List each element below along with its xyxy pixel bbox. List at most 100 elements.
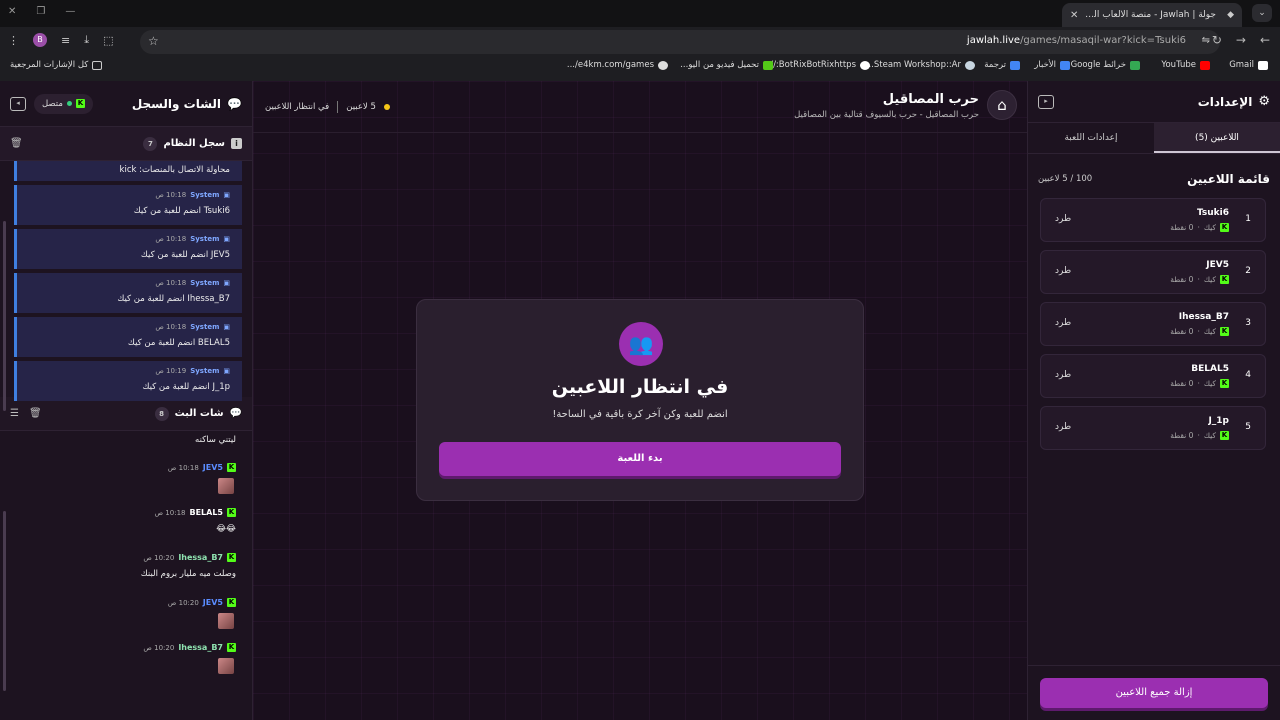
folder-icon xyxy=(92,60,103,70)
chat-title: 💬 الشات والسجل xyxy=(132,97,242,111)
extensions-puzzle-icon[interactable]: ⬚ xyxy=(103,34,113,47)
browser-tab[interactable]: ◆ جولة | Jawlah - منصة الألعاب الت... ✕ xyxy=(1062,3,1242,27)
waiting-text: انضم للعبة وكن آخر كرة باقية في الساحة! xyxy=(552,409,728,420)
gmail-icon xyxy=(1258,60,1268,70)
bookmark-e4km[interactable]: e4km.com/games/... xyxy=(567,60,668,70)
bookmark-label: خرائط Google xyxy=(1070,60,1126,70)
kick-player-button[interactable]: طرد xyxy=(1055,422,1071,432)
kick-icon: K xyxy=(1220,327,1229,336)
kick-player-button[interactable]: طرد xyxy=(1055,266,1071,276)
player-row: 2 JEV5 K كيك · 0 نقطة طرد xyxy=(1040,250,1266,294)
url-text[interactable]: jawlah.live/games/masaqil-war?kick=Tsuki… xyxy=(967,35,1186,46)
minimize-window-icon[interactable]: — xyxy=(65,6,75,17)
close-window-icon[interactable]: ✕ xyxy=(8,6,16,17)
entry-meta: ▣ System 10:19 ص xyxy=(155,367,230,375)
bookmark-steam[interactable]: Steam Workshop::Ar... xyxy=(866,60,975,70)
bookmarks-bar: Gmail YouTube خرائط Google الأخبار ترجمة… xyxy=(0,58,1280,76)
player-row: 4 BELAL5 K كيك · 0 نقطة طرد xyxy=(1040,354,1266,398)
kick-icon: K xyxy=(1220,431,1229,440)
chat-title-text: الشات والسجل xyxy=(131,96,222,111)
message-meta: K BELAL5 10:18 ص xyxy=(155,508,236,517)
system-log-entry: ▣ System 10:18 ص JEV5 انضم للعبة من كيك xyxy=(14,229,242,269)
bookmark-label: YouTube xyxy=(1161,60,1196,70)
player-row: 1 Tsuki6 K كيك · 0 نقطة طرد xyxy=(1040,198,1266,242)
bookmark-label: كل الإشارات المرجعية xyxy=(10,60,89,70)
e4km-icon xyxy=(658,60,668,70)
forward-icon[interactable]: → xyxy=(1236,33,1246,47)
kick-icon: K xyxy=(227,553,236,562)
bookmark-gmail[interactable]: Gmail xyxy=(1229,60,1268,70)
system-log-count: 7 xyxy=(143,136,158,151)
site-settings-icon[interactable]: ⇋ xyxy=(1202,35,1210,46)
player-meta: K كيك · 0 نقطة xyxy=(1170,223,1229,232)
scrollbar[interactable] xyxy=(3,221,6,411)
address-bar[interactable]: ☆ jawlah.live/games/masaqil-war?kick=Tsu… xyxy=(140,30,1220,54)
system-log-entry: ▣ System 10:18 ص BELAL5 انضم للعبة من كيك xyxy=(14,317,242,357)
kick-icon: K xyxy=(1220,379,1229,388)
chat-bubble-icon: 💬 xyxy=(227,96,242,111)
tab-game-settings[interactable]: إعدادات اللعبة xyxy=(1028,123,1154,153)
collapse-panel-icon[interactable]: ▸ xyxy=(1038,94,1054,109)
download-icon[interactable]: ⤓ xyxy=(84,33,89,47)
system-log-entry: ▣ System 10:18 ص Tsuki6 انضم للعبة من كيك xyxy=(14,185,242,225)
bookmark-news[interactable]: الأخبار xyxy=(1034,60,1070,70)
restore-window-icon[interactable]: ❐ xyxy=(36,6,45,17)
system-log-title: سجل النظام xyxy=(163,138,225,149)
bookmark-botrix[interactable]: BotRixBotRixhttps://... xyxy=(762,60,870,70)
bookmark-star-icon[interactable]: ☆ xyxy=(148,34,159,48)
entry-author: System xyxy=(190,191,220,199)
message-text: وصلت ميه مليار بروم البنك xyxy=(140,569,236,579)
remove-all-players-button[interactable]: إزالة جميع اللاعبين xyxy=(1040,678,1268,708)
kick-player-button[interactable]: طرد xyxy=(1055,318,1071,328)
kick-player-button[interactable]: طرد xyxy=(1055,370,1071,380)
botrix-icon xyxy=(860,60,870,70)
news-icon xyxy=(1060,60,1070,70)
extension-icon[interactable]: ≡ xyxy=(61,34,70,47)
waiting-title: في انتظار اللاعبين xyxy=(551,376,729,398)
chat-message: K JEV5 10:18 ص xyxy=(0,461,252,506)
player-rank: 5 xyxy=(1245,422,1251,432)
settings-title: ⚙ الإعدادات xyxy=(1198,94,1270,109)
kick-icon: K xyxy=(227,598,236,607)
collapse-chat-icon[interactable]: ◂ xyxy=(10,96,26,111)
entry-time: 10:18 ص xyxy=(155,279,187,287)
kick-player-button[interactable]: طرد xyxy=(1055,214,1071,224)
bookmark-maps[interactable]: خرائط Google xyxy=(1071,60,1140,70)
start-game-button[interactable]: بدء اللعبة xyxy=(439,442,841,476)
tab-search-icon[interactable]: ⌄ xyxy=(1252,4,1272,22)
home-button[interactable]: ⌂ xyxy=(987,90,1017,120)
game-state: في انتظار اللاعبين xyxy=(265,102,330,112)
separator-dot: · xyxy=(1197,431,1200,440)
reload-icon[interactable]: ↻ xyxy=(1212,33,1222,47)
game-area: ⌂ حرب المصاقيل حرب المصاقيل - حرب بالسيو… xyxy=(253,81,1027,720)
player-rank: 3 xyxy=(1245,318,1251,328)
bot-icon: ▣ xyxy=(223,367,230,375)
entry-author: System xyxy=(190,323,220,331)
bot-icon: ▣ xyxy=(223,235,230,243)
system-log-header[interactable]: i سجل النظام 7 🗑 xyxy=(0,127,252,161)
close-tab-icon[interactable]: ✕ xyxy=(1070,10,1078,21)
player-row: 5 J_1p K كيك · 0 نقطة طرد xyxy=(1040,406,1266,450)
bookmark-translate[interactable]: ترجمة xyxy=(984,60,1020,70)
bookmark-youtube[interactable]: YouTube xyxy=(1161,60,1210,70)
kick-icon: K xyxy=(1220,223,1229,232)
back-icon[interactable]: ← xyxy=(1260,33,1270,47)
tab-strip: ✕ ❐ — + ◆ جولة | Jawlah - منصة الألعاب ا… xyxy=(0,0,1280,27)
youtube-icon xyxy=(1200,60,1210,70)
stream-chat-list: ليتني ساكنه K JEV5 10:18 ص K BELAL5 10:18 ص 😂😂 K… xyxy=(0,431,252,691)
profile-avatar[interactable]: B xyxy=(33,33,47,47)
emote-image xyxy=(218,658,234,674)
kick-icon: K xyxy=(75,99,85,108)
message-meta: K Ihessa_B7 10:20 ص xyxy=(143,643,236,652)
bookmark-label: e4km.com/games/... xyxy=(566,60,654,70)
bookmark-video-download[interactable]: تحميل فيديو من اليو... xyxy=(680,60,773,70)
browser-toolbar: ⋮ B ≡ ⤓ ⬚ ☆ jawlah.live/games/masaqil-wa… xyxy=(0,29,1280,54)
trash-icon[interactable]: 🗑 xyxy=(10,138,23,149)
kick-icon: K xyxy=(227,508,236,517)
url-host: jawlah.live xyxy=(966,35,1021,46)
menu-icon[interactable]: ⋮ xyxy=(8,34,19,47)
player-platform: كيك xyxy=(1203,431,1216,440)
all-bookmarks[interactable]: كل الإشارات المرجعية xyxy=(10,60,103,70)
tab-players[interactable]: اللاعبين (5) xyxy=(1154,123,1280,153)
player-points: 0 نقطة xyxy=(1170,379,1194,388)
